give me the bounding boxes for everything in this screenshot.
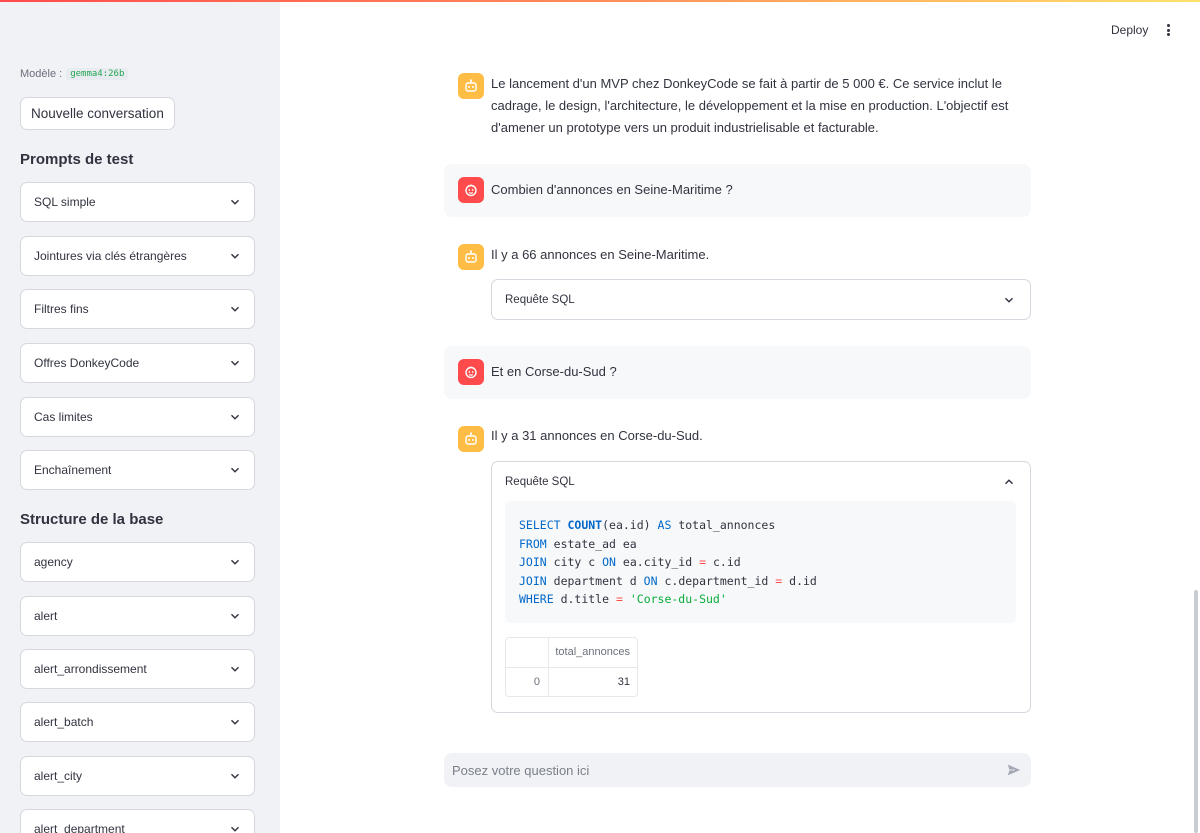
new-conversation-button[interactable]: Nouvelle conversation — [20, 97, 175, 130]
table-header-row: total_annonces — [506, 637, 637, 667]
column-header: total_annonces — [555, 646, 630, 659]
scrollbar[interactable] — [1194, 590, 1198, 833]
assistant-avatar-icon — [458, 244, 484, 270]
chevron-up-icon — [1004, 477, 1014, 487]
assistant-message: Le lancement d'un MVP chez DonkeyCode se… — [491, 76, 1009, 135]
expander-label: Enchaînement — [34, 463, 112, 477]
sidebar: Modèle : gemma4:26b Nouvelle conversatio… — [0, 0, 280, 833]
expander-label: alert_arrondissement — [34, 662, 147, 676]
chevron-down-icon — [230, 304, 240, 314]
table-row: 0 31 — [506, 666, 637, 696]
row-index: 0 — [506, 667, 549, 696]
assistant-avatar-icon — [458, 73, 484, 99]
chat-input-container — [444, 753, 1031, 787]
prompt-expander-jointures[interactable]: Jointures via clés étrangères — [20, 236, 255, 276]
main-menu-icon[interactable] — [1162, 22, 1174, 38]
user-avatar-icon — [458, 359, 484, 385]
table-expander-alert-batch[interactable]: alert_batch — [20, 702, 255, 742]
chevron-down-icon — [230, 557, 240, 567]
chevron-down-icon — [230, 771, 240, 781]
model-label: Modèle : — [20, 68, 63, 80]
user-avatar-icon — [458, 177, 484, 203]
deploy-button[interactable]: Deploy — [1111, 23, 1148, 37]
send-icon[interactable] — [1005, 761, 1023, 779]
chevron-down-icon — [230, 611, 240, 621]
prompt-expander-offres[interactable]: Offres DonkeyCode — [20, 343, 255, 383]
prompt-expander-enchainement[interactable]: Enchaînement — [20, 450, 255, 490]
sql-query-expander-open[interactable]: Requête SQL SELECT COUNT(ea.id) AS total… — [491, 461, 1031, 713]
prompt-expander-cas-limites[interactable]: Cas limites — [20, 397, 255, 437]
expander-label: Requête SQL — [505, 293, 575, 306]
user-message: Et en Corse-du-Sud ? — [491, 364, 617, 379]
prompts-heading: Prompts de test — [20, 151, 134, 168]
table-expander-alert-city[interactable]: alert_city — [20, 756, 255, 796]
chevron-down-icon — [230, 197, 240, 207]
expander-label: Cas limites — [34, 410, 93, 424]
model-indicator: Modèle : gemma4:26b — [20, 68, 129, 80]
chevron-down-icon — [230, 824, 240, 833]
assistant-avatar-icon — [458, 426, 484, 452]
result-dataframe[interactable]: total_annonces 0 31 — [505, 636, 638, 697]
chevron-down-icon — [230, 251, 240, 261]
sql-query-expander[interactable]: Requête SQL — [491, 279, 1031, 320]
assistant-message: Il y a 66 annonces en Seine-Maritime. — [491, 247, 710, 262]
user-message: Combien d'annonces en Seine-Maritime ? — [491, 182, 733, 197]
cell-value: 31 — [617, 675, 630, 688]
index-header-cell — [506, 637, 549, 667]
table-expander-agency[interactable]: agency — [20, 542, 255, 582]
chevron-down-icon — [230, 664, 240, 674]
chevron-down-icon — [230, 717, 240, 727]
chevron-down-icon — [1004, 295, 1014, 305]
top-decoration-bar — [0, 0, 1200, 2]
expander-label: agency — [34, 555, 73, 569]
expander-label: alert_city — [34, 769, 83, 783]
expander-label: Filtres fins — [34, 302, 89, 316]
table-expander-alert-department[interactable]: alert_department — [20, 809, 255, 833]
prompt-expander-filtres[interactable]: Filtres fins — [20, 289, 255, 329]
expander-label: alert — [34, 609, 58, 623]
chevron-down-icon — [230, 358, 240, 368]
expander-label: Requête SQL — [505, 475, 575, 488]
expander-label: Offres DonkeyCode — [34, 356, 140, 370]
chevron-down-icon — [230, 465, 240, 475]
expander-label: SQL simple — [34, 195, 96, 209]
assistant-message: Il y a 31 annonces en Corse-du-Sud. — [491, 428, 703, 443]
sql-code-block: SELECT COUNT(ea.id) AS total_annonces FR… — [505, 501, 1016, 623]
table-expander-alert[interactable]: alert — [20, 596, 255, 636]
model-value: gemma4:26b — [66, 68, 129, 80]
chat-input[interactable] — [452, 762, 972, 778]
table-expander-alert-arrondissement[interactable]: alert_arrondissement — [20, 649, 255, 689]
chevron-down-icon — [230, 412, 240, 422]
schema-heading: Structure de la base — [20, 511, 164, 528]
expander-label: Jointures via clés étrangères — [34, 249, 187, 263]
prompt-expander-sql-simple[interactable]: SQL simple — [20, 182, 255, 222]
expander-label: alert_department — [34, 822, 125, 833]
expander-label: alert_batch — [34, 715, 94, 729]
